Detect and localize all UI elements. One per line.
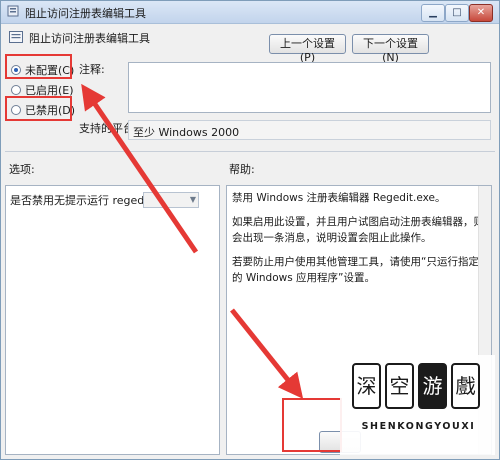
help-paragraph-2: 如果启用此设置，并且用户试图启动注册表编辑器，则会出现一条消息，说明设置会阻止此…: [232, 216, 484, 244]
annotation-box-not-configured: [5, 54, 72, 79]
watermark-char: 戲: [451, 363, 480, 409]
help-paragraph-3: 若要防止用户使用其他管理工具，请使用“只运行指定的 Windows 应用程序”设…: [232, 256, 479, 284]
policy-name: 阻止访问注册表编辑工具: [29, 32, 150, 45]
annotation-box-disabled: [5, 96, 72, 121]
options-pane: 是否禁用无提示运行 regedit ? ▼: [5, 185, 220, 455]
watermark-text: SHENKONGYOUXI: [361, 421, 476, 432]
minimize-button[interactable]: ▁: [421, 4, 445, 22]
supported-value: 至少 Windows 2000: [128, 120, 491, 140]
close-button[interactable]: ✕: [469, 4, 493, 22]
window-title: 阻止访问注册表编辑工具: [25, 7, 146, 20]
chevron-down-icon[interactable]: ▼: [190, 195, 196, 204]
maximize-button[interactable]: □: [445, 4, 469, 22]
policy-icon: [7, 5, 19, 17]
help-heading: 帮助:: [229, 163, 255, 176]
divider: [5, 151, 495, 152]
watermark-logo: 深 空 游 戲 SHENKONGYOUXI: [340, 355, 495, 455]
previous-setting-button[interactable]: 上一个设置(P): [269, 34, 346, 64]
comment-textarea[interactable]: [128, 62, 491, 113]
title-bar: 阻止访问注册表编辑工具 ▁ □ ✕: [1, 1, 499, 24]
options-heading: 选项:: [9, 163, 35, 176]
watermark-char: 空: [385, 363, 414, 409]
annotation-box-ok: [282, 398, 342, 452]
help-paragraph-1: 禁用 Windows 注册表编辑器 Regedit.exe。: [232, 192, 446, 204]
options-combobox[interactable]: ▼: [143, 192, 199, 208]
radio-button[interactable]: [11, 85, 21, 95]
options-item-label: 是否禁用无提示运行 regedit ?: [10, 194, 161, 207]
comment-label: 注释:: [79, 63, 105, 76]
watermark-char: 游: [418, 363, 447, 409]
watermark-char: 深: [352, 363, 381, 409]
setting-icon: [9, 31, 23, 43]
next-setting-button[interactable]: 下一个设置(N): [352, 34, 429, 64]
